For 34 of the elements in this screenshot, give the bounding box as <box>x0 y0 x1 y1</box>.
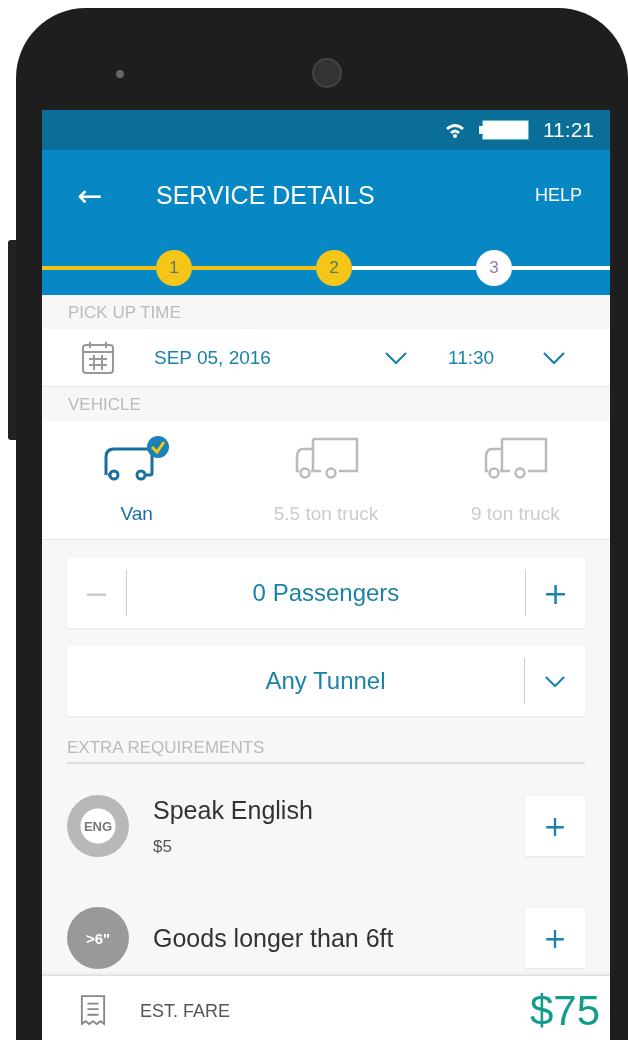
battery-icon <box>479 120 529 140</box>
requirement-title: Goods longer than 6ft <box>153 923 395 953</box>
section-label: EXTRA REQUIREMENTS <box>67 738 585 764</box>
receipt-icon <box>80 994 106 1028</box>
date-dropdown[interactable]: SEP 05, 2016 <box>154 346 384 369</box>
requirement-price: $5 <box>153 836 173 857</box>
length-badge-icon: >6" <box>67 907 129 969</box>
camera-icon <box>312 58 342 88</box>
calendar-icon <box>80 339 116 376</box>
step-indicator: 2 <box>316 249 352 286</box>
chevron-down-icon[interactable] <box>384 350 408 365</box>
back-button[interactable]: ← <box>74 177 106 213</box>
increase-button[interactable]: + <box>525 570 585 616</box>
requirement-title: Speak English <box>153 795 314 825</box>
add-button[interactable]: + <box>525 908 585 968</box>
language-badge-icon: ENG <box>67 795 129 857</box>
vehicle-option[interactable]: Van <box>42 421 232 539</box>
step-indicator: 1 <box>156 249 192 286</box>
section-label: PICK UP TIME <box>67 302 182 324</box>
chevron-down-icon[interactable] <box>542 350 566 365</box>
section-label: VEHICLE <box>67 394 142 416</box>
time-dropdown[interactable]: 11:30 <box>448 346 542 369</box>
help-button[interactable]: HELP <box>534 184 582 206</box>
fare-label: EST. FARE <box>140 1000 232 1022</box>
status-time: 11:21 <box>543 118 594 142</box>
sensor-icon <box>116 70 124 78</box>
add-button[interactable]: + <box>525 796 585 856</box>
fare-amount: $75 <box>529 987 600 1035</box>
passenger-count: 0 Passengers <box>251 579 401 607</box>
chevron-down-icon <box>544 674 566 688</box>
step-indicator: 3 <box>476 249 512 286</box>
screen-title: SERVICE DETAILS <box>156 180 376 210</box>
wifi-icon <box>445 122 465 138</box>
tunnel-dropdown[interactable]: Any Tunnel <box>67 646 585 716</box>
